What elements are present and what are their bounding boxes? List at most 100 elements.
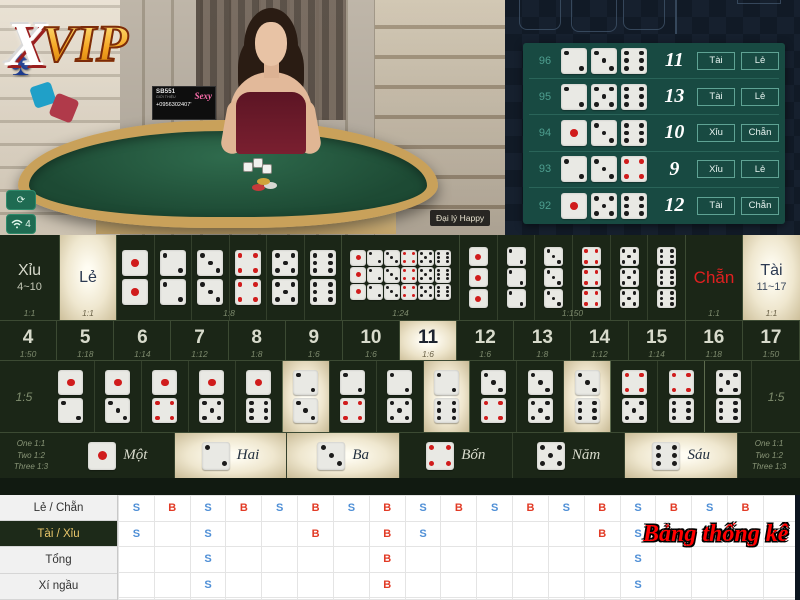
table-row[interactable]: 96 11 Tài Lẻ [529, 43, 779, 80]
bet-pair-3-4[interactable] [470, 361, 518, 432]
die-face-5 [591, 192, 618, 219]
stats-cell-empty [727, 597, 764, 600]
die-face-1 [561, 119, 588, 146]
table-row[interactable]: 94 10 Xỉu Chẵn [529, 115, 779, 152]
bet-total-8[interactable]: 8 1:8 [228, 321, 286, 360]
die-face-4 [426, 441, 455, 470]
table-row[interactable]: 95 13 Tài Lẻ [529, 79, 779, 116]
bet-tai[interactable]: Tài 11~17 1:1 [743, 235, 800, 320]
bet-total-16[interactable]: 16 1:18 [685, 321, 743, 360]
bet-pair-5-6[interactable] [705, 361, 753, 432]
round-number: 93 [538, 163, 552, 176]
bet-total-6[interactable]: 6 1:14 [114, 321, 172, 360]
stats-cell-empty [297, 546, 334, 573]
die-face-6 [309, 279, 336, 305]
bet-pair-4-5[interactable] [611, 361, 659, 432]
bet-total-12[interactable]: 12 1:6 [457, 321, 515, 360]
bet-pair-1-3[interactable] [94, 361, 142, 432]
round-dice [561, 47, 652, 74]
stats-cell-empty [547, 546, 585, 573]
bet-specific-triples-group[interactable]: 1:150 [460, 235, 686, 320]
die-face-1 [122, 250, 149, 276]
round-dice [561, 192, 652, 219]
die-face-4 [581, 247, 601, 266]
bet-single-label: Sáu [687, 447, 710, 463]
stats-row: SBSBSBSBSBSBSBSBSB [118, 495, 800, 522]
table-row[interactable]: 92 12 Tài Chẵn [529, 188, 779, 224]
bet-total-number: 4 [22, 326, 34, 348]
bet-pair-2-3[interactable] [282, 361, 330, 432]
round-tags: Xỉu Chẵn [697, 123, 779, 142]
brand-logo[interactable]: ♠ XVIP [6, 14, 129, 124]
bet-total-4[interactable]: 4 1:50 [0, 321, 58, 360]
stats-cell-empty [118, 597, 155, 600]
bet-total-9[interactable]: 9 1:6 [285, 321, 343, 360]
die-face-3 [480, 370, 506, 395]
bet-total-17[interactable]: 17 1:50 [742, 321, 800, 360]
bet-total-11[interactable]: 11 1:6 [399, 321, 458, 360]
bet-any-triple[interactable]: 1:24 [342, 235, 460, 320]
video-controls[interactable]: ⟳ 4 [6, 190, 36, 235]
die-face-3 [591, 119, 618, 146]
tab-tai-xiu[interactable]: Tài / Xỉu [0, 521, 117, 548]
bet-chan[interactable]: Chẵn 1:1 [686, 235, 743, 320]
bet-tai-odds: 1:1 [765, 308, 778, 318]
bet-total-number: 10 [360, 326, 382, 348]
stats-cell-empty [297, 597, 334, 600]
bet-le[interactable]: Lẻ 1:1 [60, 235, 117, 320]
bet-single-2[interactable]: Hai [174, 433, 288, 478]
stats-row: SBS [118, 571, 800, 598]
bet-total-7[interactable]: 7 1:12 [171, 321, 229, 360]
status-badge: Lẻ [741, 160, 779, 179]
bet-doubles-group[interactable]: 1:8 [117, 235, 342, 320]
stats-cell-empty [476, 520, 514, 547]
tab-xi-ngau[interactable]: Xí ngầu [0, 573, 117, 600]
bet-xiu[interactable]: Xỉu 4~10 1:1 [0, 235, 60, 320]
bet-pair-1-5[interactable] [188, 361, 236, 432]
die-face-2 [506, 289, 526, 308]
chip-stack [252, 176, 280, 192]
stream-overlay-badge: SB551 GIỚI THIỆU +0956302407' Sexy [152, 86, 216, 120]
refresh-icon[interactable]: ⟳ [6, 190, 36, 210]
scrollbar-rail[interactable] [795, 495, 800, 600]
die-face-3 [384, 266, 400, 283]
die-face-2 [387, 370, 413, 395]
die-face-1 [246, 370, 272, 395]
status-badge: Tài [697, 196, 735, 215]
overlay-phone: +0956302407' [156, 102, 192, 108]
betting-board: Xỉu 4~10 1:1 Lẻ 1:1 1:8 1:24 1:150 Chẵn … [0, 235, 800, 495]
bet-single-3[interactable]: Ba [287, 433, 401, 478]
stats-cell-empty [691, 546, 729, 573]
round-number: 96 [538, 54, 552, 67]
bet-total-13[interactable]: 13 1:8 [514, 321, 572, 360]
bet-total-14[interactable]: 14 1:12 [571, 321, 629, 360]
bet-single-1[interactable]: Một [62, 433, 175, 478]
bet-pair-2-5[interactable] [376, 361, 424, 432]
bet-pair-3-6[interactable] [564, 361, 612, 432]
bet-total-15[interactable]: 15 1:14 [628, 321, 686, 360]
stats-mark-S: S [404, 495, 442, 522]
tab-le-chan[interactable]: Lẻ / Chẵn [0, 495, 117, 522]
stats-cell-empty [153, 520, 191, 547]
bet-doubles-odds: 1:8 [223, 308, 235, 318]
bet-single-6[interactable]: Sáu [625, 433, 739, 478]
bet-total-5[interactable]: 5 1:18 [57, 321, 115, 360]
bet-pair-4-6[interactable] [658, 361, 706, 432]
bet-total-10[interactable]: 10 1:6 [342, 321, 400, 360]
die-face-6 [309, 250, 336, 276]
bet-single-5[interactable]: Năm [512, 433, 626, 478]
bet-pair-3-5[interactable] [517, 361, 565, 432]
bet-pair-2-4[interactable] [329, 361, 377, 432]
signal-strength-icon[interactable]: 4 [6, 214, 36, 234]
bet-single-4[interactable]: Bốn [400, 433, 513, 478]
die-face-2 [367, 266, 383, 283]
tab-tong[interactable]: Tổng [0, 547, 117, 574]
bet-pair-1-2[interactable] [48, 361, 95, 432]
bet-pair-2-6[interactable] [423, 361, 471, 432]
bet-pair-1-4[interactable] [141, 361, 189, 432]
bet-xiu-text: Xỉu [17, 261, 42, 279]
die-face-3 [591, 156, 618, 183]
tab-xi-ngau-label: Xí ngầu [38, 580, 79, 593]
table-row[interactable]: 93 9 Xỉu Lẻ [529, 152, 779, 188]
bet-pair-1-6[interactable] [235, 361, 283, 432]
